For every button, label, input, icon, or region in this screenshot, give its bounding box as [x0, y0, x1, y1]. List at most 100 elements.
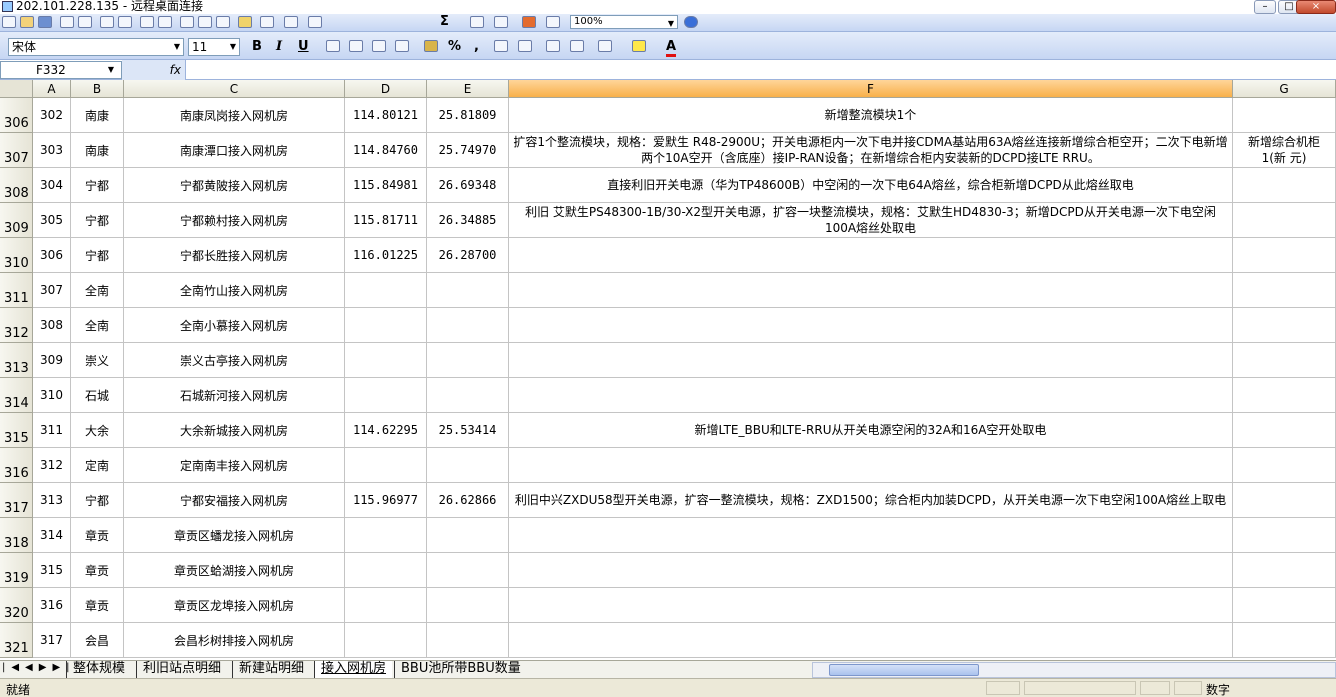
- cell-c[interactable]: 大余新城接入网机房: [124, 413, 345, 448]
- cell-c[interactable]: 章贡区蛤湖接入网机房: [124, 553, 345, 588]
- cell-b[interactable]: 宁都: [71, 203, 124, 238]
- cell-g[interactable]: [1233, 238, 1336, 273]
- sheet-tab-bbu-pool[interactable]: BBU池所带BBU数量: [394, 661, 527, 678]
- cell-c[interactable]: 宁都长胜接入网机房: [124, 238, 345, 273]
- cell-e[interactable]: 25.53414: [427, 413, 509, 448]
- spelling-icon[interactable]: [140, 16, 154, 28]
- cell-f[interactable]: [509, 518, 1233, 553]
- cell-g[interactable]: [1233, 343, 1336, 378]
- cell-e[interactable]: [427, 343, 509, 378]
- cell-a[interactable]: 317: [33, 623, 71, 658]
- align-left-icon[interactable]: [326, 40, 340, 52]
- cell-e[interactable]: 26.62866: [427, 483, 509, 518]
- cell-c[interactable]: 南康潭口接入网机房: [124, 133, 345, 168]
- cell-b[interactable]: 会昌: [71, 623, 124, 658]
- cell-e[interactable]: 26.28700: [427, 238, 509, 273]
- cell-b[interactable]: 章贡: [71, 518, 124, 553]
- print-icon[interactable]: [100, 16, 114, 28]
- cell-f[interactable]: 利旧中兴ZXDU58型开关电源，扩容一整流模块，规格：ZXD1500；综合柜内加…: [509, 483, 1233, 518]
- cell-a[interactable]: 307: [33, 273, 71, 308]
- fill-color-icon[interactable]: [632, 40, 646, 52]
- cell-b[interactable]: 南康: [71, 133, 124, 168]
- chart-wizard-icon[interactable]: [522, 16, 536, 28]
- select-all-corner[interactable]: [0, 80, 33, 98]
- paste-icon[interactable]: [216, 16, 230, 28]
- cell-g[interactable]: [1233, 308, 1336, 343]
- cell-b[interactable]: 崇义: [71, 343, 124, 378]
- row-header[interactable]: 321: [0, 623, 33, 658]
- sort-descending-icon[interactable]: [494, 16, 508, 28]
- cell-f[interactable]: [509, 308, 1233, 343]
- align-right-icon[interactable]: [372, 40, 386, 52]
- cell-d[interactable]: 114.62295: [345, 413, 427, 448]
- row-header[interactable]: 315: [0, 413, 33, 448]
- cell-b[interactable]: 大余: [71, 413, 124, 448]
- font-size-select[interactable]: 11 ▼: [188, 38, 240, 56]
- column-header-b[interactable]: B: [71, 80, 124, 98]
- cell-c[interactable]: 全南小慕接入网机房: [124, 308, 345, 343]
- cell-b[interactable]: 宁都: [71, 483, 124, 518]
- cell-b[interactable]: 南康: [71, 98, 124, 133]
- cell-g[interactable]: [1233, 203, 1336, 238]
- cell-g[interactable]: [1233, 588, 1336, 623]
- italic-button[interactable]: I: [276, 40, 282, 54]
- format-painter-icon[interactable]: [238, 16, 252, 28]
- row-header[interactable]: 319: [0, 553, 33, 588]
- cell-c[interactable]: 定南南丰接入网机房: [124, 448, 345, 483]
- cell-a[interactable]: 313: [33, 483, 71, 518]
- help-icon[interactable]: [684, 16, 698, 28]
- cell-g[interactable]: [1233, 623, 1336, 658]
- worksheet-grid[interactable]: A B C D E F G 306 302 南康 南康凤岗接入网机房 114.80121…: [0, 80, 1336, 660]
- cell-c[interactable]: 南康凤岗接入网机房: [124, 98, 345, 133]
- cell-g[interactable]: [1233, 448, 1336, 483]
- column-header-g[interactable]: G: [1233, 80, 1336, 98]
- row-header[interactable]: 312: [0, 308, 33, 343]
- row-header[interactable]: 320: [0, 588, 33, 623]
- scrollbar-thumb[interactable]: [829, 664, 979, 676]
- cell-a[interactable]: 309: [33, 343, 71, 378]
- cell-g[interactable]: [1233, 98, 1336, 133]
- cell-a[interactable]: 311: [33, 413, 71, 448]
- cell-d[interactable]: 114.80121: [345, 98, 427, 133]
- cell-f[interactable]: [509, 378, 1233, 413]
- row-header[interactable]: 317: [0, 483, 33, 518]
- cell-c[interactable]: 章贡区龙埠接入网机房: [124, 588, 345, 623]
- cell-g[interactable]: [1233, 518, 1336, 553]
- cell-g[interactable]: [1233, 378, 1336, 413]
- cell-d[interactable]: [345, 448, 427, 483]
- cell-e[interactable]: [427, 448, 509, 483]
- cell-c[interactable]: 章贡区蟠龙接入网机房: [124, 518, 345, 553]
- cell-e[interactable]: [427, 588, 509, 623]
- cell-c[interactable]: 全南竹山接入网机房: [124, 273, 345, 308]
- cell-a[interactable]: 314: [33, 518, 71, 553]
- cell-e[interactable]: [427, 273, 509, 308]
- font-name-select[interactable]: 宋体 ▼: [8, 38, 184, 56]
- cell-f[interactable]: [509, 273, 1233, 308]
- cell-d[interactable]: [345, 518, 427, 553]
- minimize-button[interactable]: –: [1254, 0, 1276, 14]
- cell-b[interactable]: 章贡: [71, 588, 124, 623]
- drawing-icon[interactable]: [546, 16, 560, 28]
- row-header[interactable]: 310: [0, 238, 33, 273]
- cell-a[interactable]: 312: [33, 448, 71, 483]
- cell-f[interactable]: [509, 623, 1233, 658]
- research-icon[interactable]: [158, 16, 172, 28]
- row-header[interactable]: 313: [0, 343, 33, 378]
- sheet-tab-reuse-sites[interactable]: 利旧站点明细: [136, 661, 227, 678]
- cell-b[interactable]: 章贡: [71, 553, 124, 588]
- cell-a[interactable]: 310: [33, 378, 71, 413]
- cell-d[interactable]: 115.96977: [345, 483, 427, 518]
- cell-d[interactable]: [345, 273, 427, 308]
- currency-icon[interactable]: [424, 40, 438, 52]
- decrease-decimal-icon[interactable]: [518, 40, 532, 52]
- cell-f[interactable]: 扩容1个整流模块，规格：爱默生 R48-2900U；开关电源柜内一次下电并接CD…: [509, 133, 1233, 168]
- undo-icon[interactable]: [260, 16, 274, 28]
- sort-ascending-icon[interactable]: [470, 16, 484, 28]
- row-header[interactable]: 307: [0, 133, 33, 168]
- new-icon[interactable]: [2, 16, 16, 28]
- cell-b[interactable]: 宁都: [71, 168, 124, 203]
- cell-f[interactable]: [509, 448, 1233, 483]
- cell-d[interactable]: [345, 623, 427, 658]
- cell-b[interactable]: 石城: [71, 378, 124, 413]
- cell-d[interactable]: [345, 308, 427, 343]
